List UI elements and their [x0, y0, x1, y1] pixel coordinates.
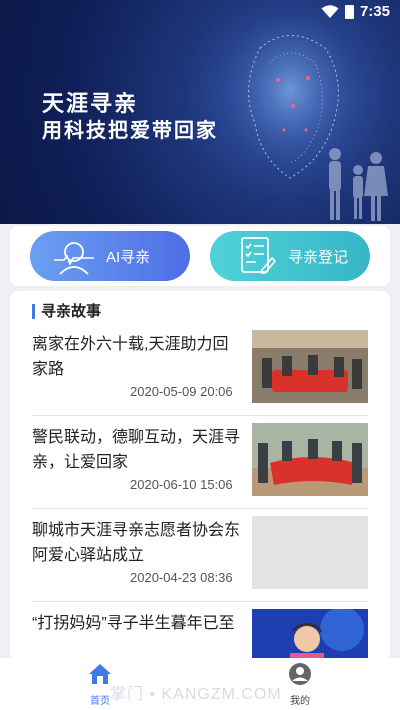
story-date: 2020-06-10 15:06: [130, 477, 233, 492]
story-thumbnail-placeholder: [252, 516, 368, 589]
ai-search-label: AI寻亲: [106, 248, 151, 266]
story-date: 2020-04-23 08:36: [130, 570, 233, 585]
status-time: 7:35: [359, 3, 390, 20]
quick-actions-card: AI寻亲 寻亲登记: [10, 226, 390, 286]
story-title: 离家在外六十载,天涯助力回家路: [32, 336, 229, 378]
story-thumbnail: [252, 423, 368, 496]
wifi-icon: [321, 4, 339, 18]
story-title: 聊城市天涯寻亲志愿者协会东阿爱心驿站成立: [32, 522, 241, 564]
story-thumbnail: [252, 609, 368, 661]
story-title: “打拐妈妈”寻子半生暮年已至: [32, 615, 235, 632]
face-scan-icon: [54, 242, 94, 275]
story-item[interactable]: 警民联动，德聊互动，天涯寻亲，让爱回家 2020-06-10 15:06: [32, 423, 368, 509]
register-search-button[interactable]: 寻亲登记: [210, 231, 370, 281]
story-date: 2020-05-09 20:06: [130, 384, 233, 399]
story-item[interactable]: “打拐妈妈”寻子半生暮年已至: [32, 609, 368, 661]
status-bar: 7:35: [0, 0, 400, 26]
story-thumbnail: [252, 330, 368, 403]
ai-search-button[interactable]: AI寻亲: [30, 231, 190, 281]
user-profile-icon: [289, 663, 311, 685]
watermark-text: 掌门 • KANGZM.COM: [110, 686, 282, 703]
stories-heading: 寻亲故事: [32, 304, 101, 319]
stories-card: 寻亲故事 离家在外六十载,天涯助力回家路 2020-05-09 20:06 警民…: [10, 291, 390, 661]
banner-subtitle: 用科技把爱带回家: [42, 120, 218, 142]
family-silhouette-graphic: [329, 148, 388, 221]
battery-icon: [344, 4, 354, 19]
register-search-label: 寻亲登记: [288, 248, 349, 266]
story-item[interactable]: 离家在外六十载,天涯助力回家路 2020-05-09 20:06: [32, 330, 368, 416]
hero-banner: 天涯寻亲 用科技把爱带回家: [0, 0, 400, 224]
story-item[interactable]: 聊城市天涯寻亲志愿者协会东阿爱心驿站成立 2020-04-23 08:36: [32, 516, 368, 602]
story-title: 警民联动，德聊互动，天涯寻亲，让爱回家: [32, 429, 241, 471]
checklist-icon: [241, 237, 277, 274]
